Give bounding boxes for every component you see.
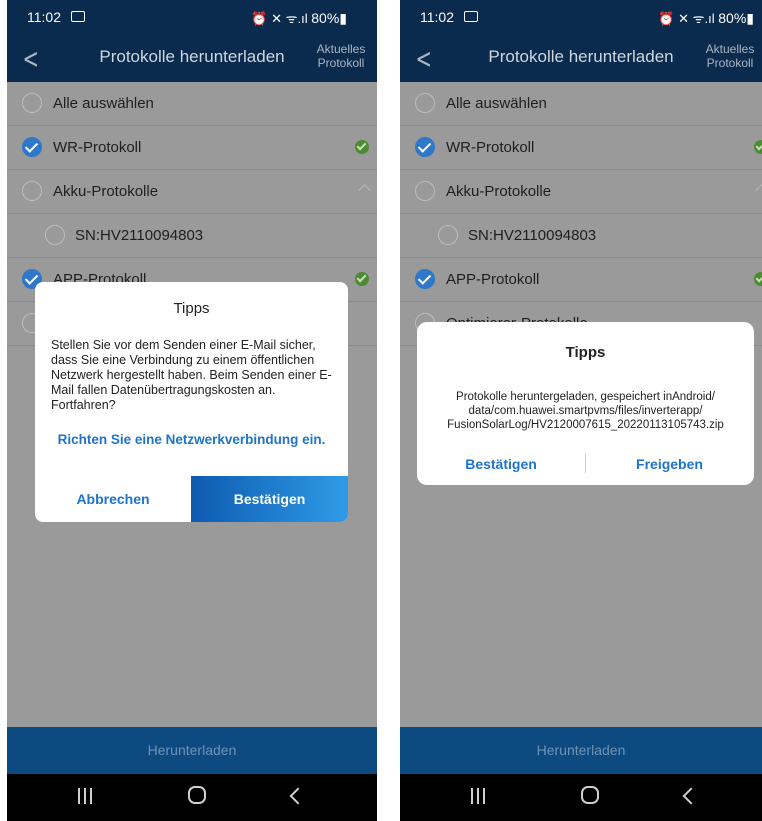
- list-item-wr-log[interactable]: WR-Protokoll: [7, 126, 377, 170]
- status-indicators: ⏰ ✕ ᯤ.ıl: [658, 11, 715, 26]
- wr-log-label: WR-Protokoll: [446, 139, 535, 156]
- system-nav-bar: [400, 774, 762, 821]
- dialog-title: Tipps: [565, 344, 606, 361]
- radio-checked-icon[interactable]: [415, 269, 435, 289]
- status-indicators: ⏰ ✕ ᯤ.ıl: [251, 11, 308, 26]
- gallery-notification-icon: [464, 11, 478, 22]
- chevron-up-icon[interactable]: [358, 184, 371, 197]
- battery-indicator: 80%▮: [718, 10, 754, 26]
- current-log-label-2: Protokoll: [706, 56, 754, 70]
- radio-unchecked-icon[interactable]: [415, 93, 435, 113]
- list-item-akku-logs[interactable]: Akku-Protokolle: [400, 170, 762, 214]
- tips-dialog-downloaded: Tipps Protokolle heruntergeladen, gespei…: [417, 322, 754, 485]
- status-bar: 11:02 ⏰ ✕ ᯤ.ıl 80%▮: [400, 0, 762, 34]
- nav-back-icon[interactable]: [289, 787, 307, 805]
- status-time: 11:02: [420, 9, 454, 25]
- current-log-label-1: Aktuelles: [316, 42, 366, 56]
- dialog-message: Stellen Sie vor dem Senden einer E-Mail …: [51, 338, 332, 412]
- list-item-akku-logs[interactable]: Akku-Protokolle: [7, 170, 377, 214]
- download-button[interactable]: Herunterladen: [400, 727, 762, 774]
- tips-dialog: Tipps Stellen Sie vor dem Senden einer E…: [35, 282, 348, 522]
- list-item-sn[interactable]: SN:HV2110094803: [400, 214, 762, 258]
- success-check-icon: [754, 140, 762, 154]
- home-icon[interactable]: [188, 786, 206, 804]
- system-nav-bar: [7, 774, 377, 821]
- select-all-label: Alle auswählen: [53, 95, 154, 112]
- share-button[interactable]: Freigeben: [585, 446, 754, 482]
- app-log-label: APP-Protokoll: [446, 271, 540, 288]
- list-item-app-log[interactable]: APP-Protokoll: [400, 258, 762, 302]
- success-check-icon: [355, 140, 369, 154]
- confirm-button[interactable]: Bestätigen: [417, 446, 585, 482]
- app-bar: < Protokolle herunterladen Aktuelles Pro…: [400, 34, 762, 82]
- dialog-message: Protokolle heruntergeladen, gespeichert …: [447, 391, 724, 431]
- dialog-title: Tipps: [173, 300, 210, 317]
- list-item-select-all[interactable]: Alle auswählen: [400, 82, 762, 126]
- battery-indicator: 80%▮: [311, 10, 347, 26]
- recent-apps-icon[interactable]: [471, 788, 485, 804]
- radio-unchecked-icon[interactable]: [45, 225, 65, 245]
- wr-log-label: WR-Protokoll: [53, 139, 142, 156]
- download-button[interactable]: Herunterladen: [7, 727, 377, 774]
- status-icons: ⏰ ✕ ᯤ.ıl 80%▮: [251, 9, 347, 27]
- recent-apps-icon[interactable]: [78, 788, 92, 804]
- status-bar: 11:02 ⏰ ✕ ᯤ.ıl 80%▮: [7, 0, 377, 34]
- success-check-icon: [355, 272, 369, 286]
- network-setup-link[interactable]: Richten Sie eine Netzwerkverbindung ein.: [35, 432, 348, 447]
- nav-back-icon[interactable]: [682, 787, 700, 805]
- radio-checked-icon[interactable]: [415, 137, 435, 157]
- app-bar: < Protokolle herunterladen Aktuelles Pro…: [7, 34, 377, 82]
- akku-log-label: Akku-Protokolle: [446, 183, 552, 200]
- radio-checked-icon[interactable]: [22, 137, 42, 157]
- sn-label: SN:HV2110094803: [468, 227, 597, 244]
- gallery-notification-icon: [71, 11, 85, 22]
- radio-unchecked-icon[interactable]: [415, 181, 435, 201]
- list-item-select-all[interactable]: Alle auswählen: [7, 82, 377, 126]
- radio-unchecked-icon[interactable]: [22, 181, 42, 201]
- status-icons: ⏰ ✕ ᯤ.ıl 80%▮: [658, 9, 754, 27]
- chevron-up-icon[interactable]: [755, 184, 762, 197]
- log-list: Alle auswählen WR-Protokoll Akku-Protoko…: [400, 82, 762, 346]
- radio-unchecked-icon[interactable]: [22, 93, 42, 113]
- list-item-wr-log[interactable]: WR-Protokoll: [400, 126, 762, 170]
- cancel-button[interactable]: Abbrechen: [35, 476, 191, 522]
- current-log-label-1: Aktuelles: [705, 42, 755, 56]
- home-icon[interactable]: [581, 786, 599, 804]
- radio-unchecked-icon[interactable]: [438, 225, 458, 245]
- current-log-button[interactable]: Aktuelles Protokoll: [700, 42, 760, 70]
- current-log-button[interactable]: Aktuelles Protokoll: [311, 42, 371, 70]
- list-item-sn[interactable]: SN:HV2110094803: [7, 214, 377, 258]
- sn-label: SN:HV2110094803: [75, 227, 204, 244]
- current-log-label-2: Protokoll: [317, 56, 365, 70]
- status-time: 11:02: [27, 9, 61, 25]
- confirm-button[interactable]: Bestätigen: [191, 476, 348, 522]
- success-check-icon: [754, 272, 762, 286]
- phone-screen-right: 11:02 ⏰ ✕ ᯤ.ıl 80%▮ < Protokolle herunte…: [400, 0, 762, 821]
- select-all-label: Alle auswählen: [446, 95, 547, 112]
- phone-screen-left: 11:02 ⏰ ✕ ᯤ.ıl 80%▮ < Protokolle herunte…: [7, 0, 377, 821]
- akku-log-label: Akku-Protokolle: [53, 183, 159, 200]
